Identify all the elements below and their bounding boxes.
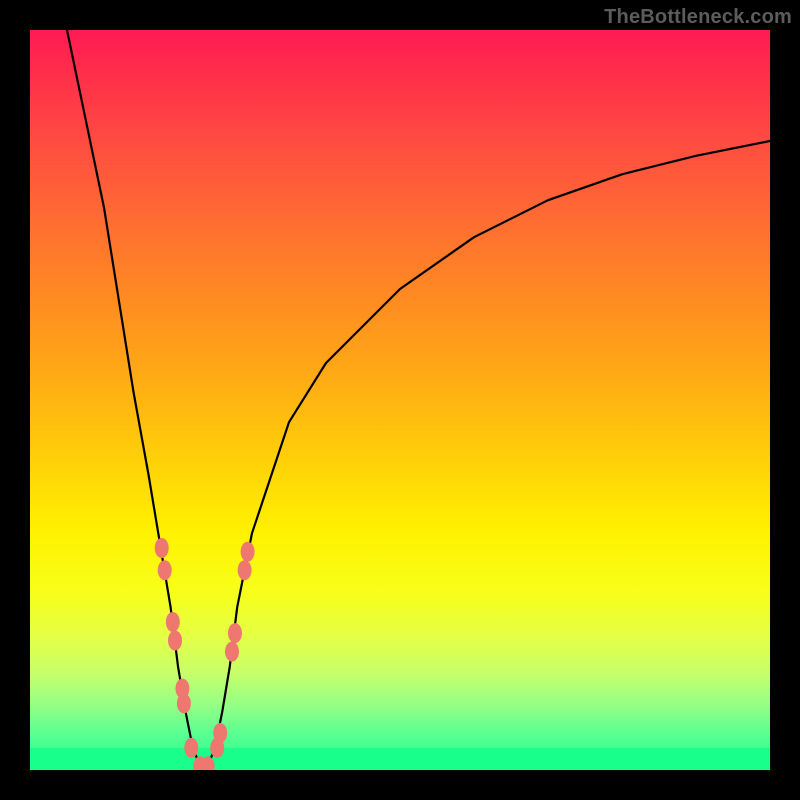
- chart-frame: TheBottleneck.com: [0, 0, 800, 800]
- highlight-marker: [184, 738, 198, 758]
- marker-group: [155, 538, 255, 770]
- highlight-marker: [213, 723, 227, 743]
- highlight-marker: [241, 542, 255, 562]
- highlight-marker: [155, 538, 169, 558]
- watermark-text: TheBottleneck.com: [604, 6, 792, 29]
- highlight-marker: [225, 642, 239, 662]
- bottleneck-curve: [67, 30, 770, 766]
- highlight-marker: [177, 693, 191, 713]
- curve-layer: [30, 30, 770, 770]
- highlight-marker: [238, 560, 252, 580]
- highlight-marker: [168, 631, 182, 651]
- highlight-marker: [158, 560, 172, 580]
- highlight-marker: [228, 623, 242, 643]
- plot-area: [30, 30, 770, 770]
- highlight-marker: [166, 612, 180, 632]
